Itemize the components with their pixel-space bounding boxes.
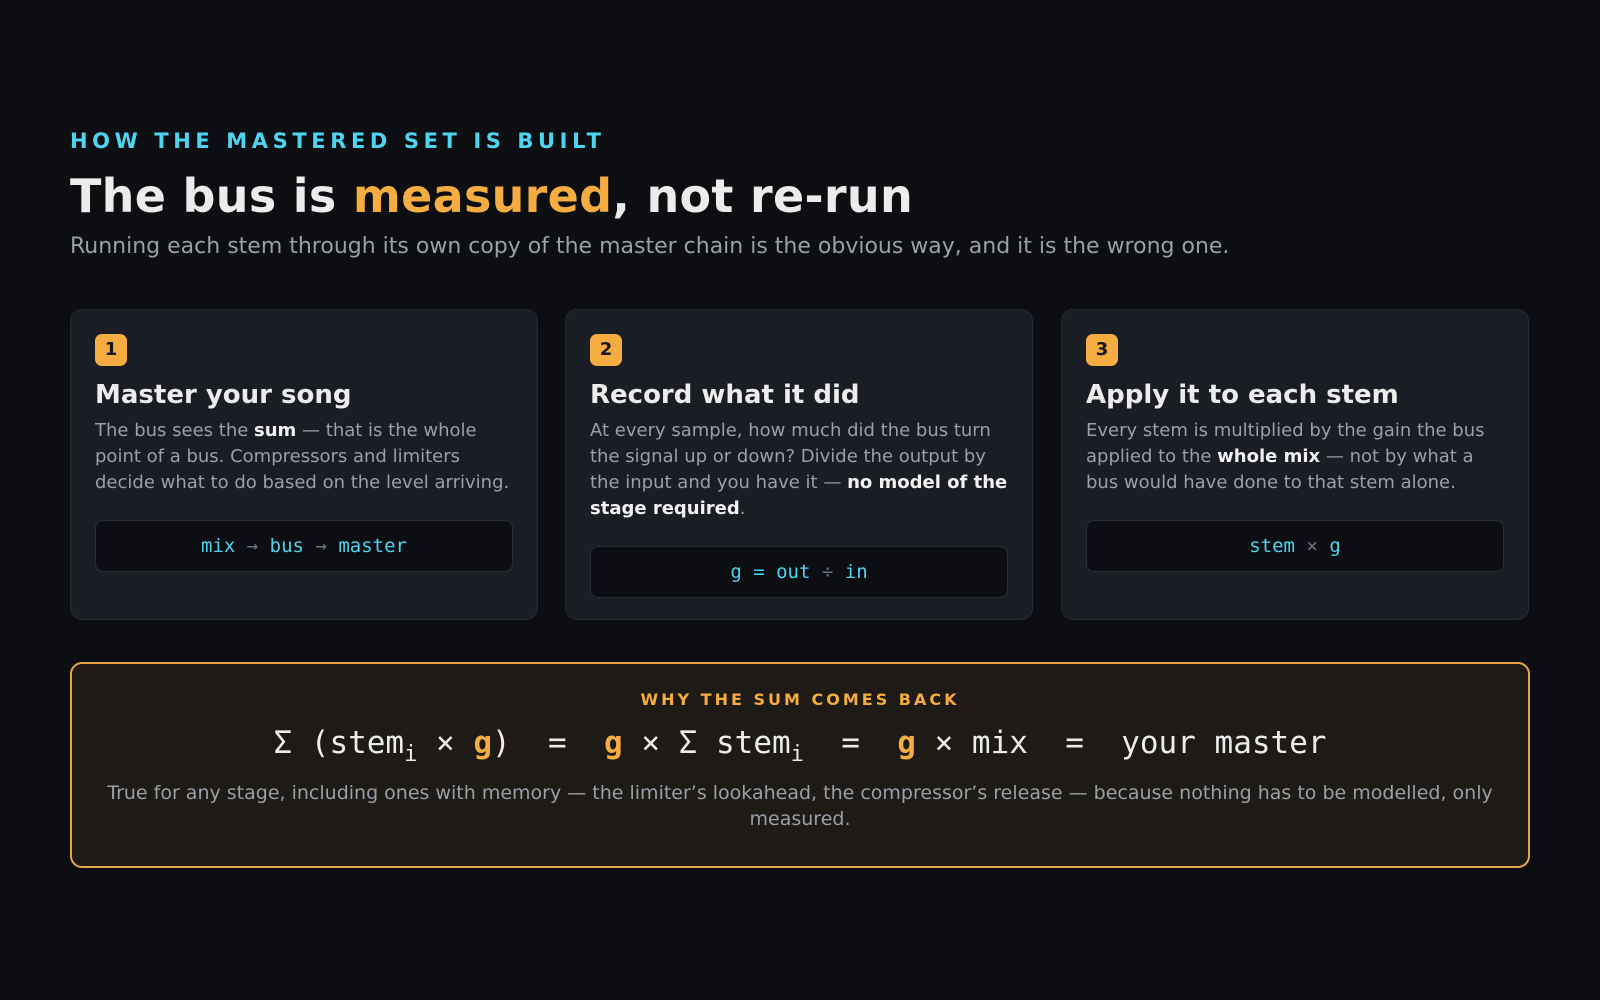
text-segment: stem <box>1249 535 1295 557</box>
step-title: Master your song <box>95 380 352 410</box>
text-segment: bus <box>269 535 304 557</box>
callout-note: True for any stage, including ones with … <box>107 782 1493 830</box>
text-segment: in <box>844 561 868 583</box>
operator-symbol: → <box>304 535 339 557</box>
text-segment: . <box>739 498 746 519</box>
gain-symbol: g <box>897 725 916 761</box>
text-segment: × <box>417 725 474 761</box>
title-prefix: The bus is <box>70 169 353 223</box>
step-card-1: 1 Master your song The bus sees the sum … <box>70 309 538 620</box>
gain-symbol: g <box>604 725 623 761</box>
text-segment: g <box>730 561 742 583</box>
operator-symbol: → <box>235 535 270 557</box>
explainer-panel: HOW THE MASTERED SET IS BUILT The bus is… <box>70 128 1530 868</box>
gain-symbol: g <box>473 725 493 761</box>
operator-symbol: ÷ <box>810 561 845 583</box>
text-segment: out <box>776 561 811 583</box>
step-code: g = out ÷ in <box>590 546 1008 598</box>
text-segment: = <box>741 561 777 583</box>
title-suffix: , not re-run <box>612 169 913 223</box>
page-title: The bus is measured, not re-run <box>70 168 1530 224</box>
text-segment: g <box>1329 535 1341 557</box>
step-card-2: 2 Record what it did At every sample, ho… <box>565 309 1033 620</box>
text-segment: master <box>338 535 407 557</box>
text-segment: × mix = your master <box>915 725 1327 761</box>
callout-title: WHY THE SUM COMES BACK <box>640 690 960 709</box>
step-description: At every sample, how much did the bus tu… <box>590 418 1008 522</box>
text-segment: mix <box>201 535 236 557</box>
text-segment: × Σ stem <box>622 725 791 761</box>
step-card-3: 3 Apply it to each stem Every stem is mu… <box>1061 309 1529 620</box>
emphasis-text: whole mix <box>1217 446 1321 467</box>
step-description: Every stem is multiplied by the gain the… <box>1086 418 1504 496</box>
step-code: stem × g <box>1086 520 1504 572</box>
text-segment: Σ (stem <box>273 725 405 761</box>
operator-symbol: × <box>1294 535 1330 557</box>
step-number-badge: 2 <box>590 334 622 366</box>
why-sum-callout: WHY THE SUM COMES BACK Σ (stemi × g) = g… <box>70 662 1530 868</box>
step-description: The bus sees the sum — that is the whole… <box>95 418 513 496</box>
text-segment: ) = <box>492 725 605 761</box>
sum-formula: Σ (stemi × g) = g × Σ stemi = g × mix = … <box>72 722 1528 767</box>
text-segment: = <box>803 725 898 761</box>
step-title: Apply it to each stem <box>1086 380 1399 410</box>
subscript-index: i <box>790 742 804 767</box>
step-title: Record what it did <box>590 380 860 410</box>
step-cards: 1 Master your song The bus sees the sum … <box>70 309 1530 622</box>
title-accent: measured <box>352 169 613 223</box>
text-segment: The bus sees the <box>95 420 255 441</box>
step-number-badge: 1 <box>95 334 127 366</box>
step-number-badge: 3 <box>1086 334 1118 366</box>
step-code: mix → bus → master <box>95 520 513 572</box>
subscript-index: i <box>404 742 418 767</box>
eyebrow-label: HOW THE MASTERED SET IS BUILT <box>70 129 606 153</box>
emphasis-text: sum <box>254 420 297 441</box>
page-subtitle: Running each stem through its own copy o… <box>70 234 1230 259</box>
